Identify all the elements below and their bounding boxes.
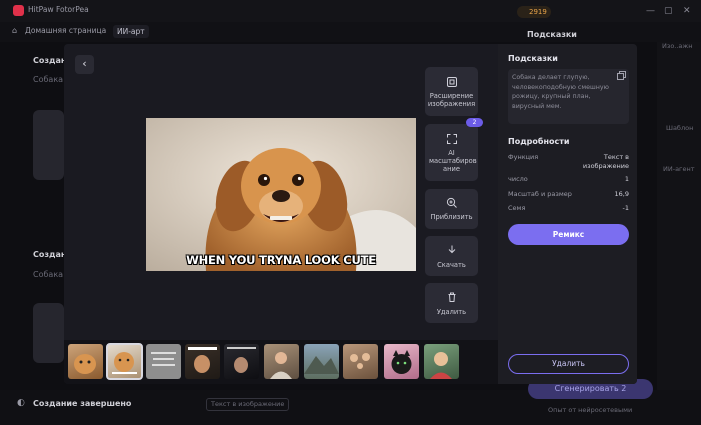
expand-image-button[interactable]: Расширение изображения bbox=[425, 67, 478, 116]
download-icon bbox=[448, 245, 455, 254]
bg-mode-badge: Текст в изображение bbox=[206, 398, 290, 411]
upscale-label: AI масштабиров ание bbox=[429, 149, 477, 173]
remix-button[interactable]: Ремикс bbox=[508, 224, 629, 245]
boy-thumb bbox=[430, 352, 452, 379]
mountain-thumb bbox=[304, 356, 339, 374]
detail-value: 16,9 bbox=[614, 190, 629, 198]
family-thumb bbox=[350, 353, 370, 369]
main-image[interactable]: WHEN YOU TRYNA LOOK CUTE bbox=[146, 118, 416, 271]
thumbnail-item[interactable] bbox=[424, 344, 459, 379]
zoom-in-button[interactable]: Приблизить bbox=[425, 189, 478, 229]
right-item-template[interactable]: Шаблон bbox=[666, 124, 693, 132]
meme-thumb bbox=[188, 347, 217, 373]
copy-icon[interactable] bbox=[617, 71, 626, 80]
nav-home[interactable]: Домашняя страница bbox=[25, 26, 106, 35]
text-card-thumb bbox=[151, 352, 176, 366]
maximize-icon[interactable]: ▢ bbox=[664, 6, 673, 16]
delete-button[interactable]: Удалить bbox=[508, 354, 629, 374]
chevron-left-icon: ‹ bbox=[82, 57, 87, 70]
thumbnail-item-selected[interactable] bbox=[106, 343, 143, 380]
thumbnail-item[interactable] bbox=[185, 344, 220, 379]
dog-thumb-icon bbox=[112, 352, 137, 374]
thumbnail-item[interactable] bbox=[264, 344, 299, 379]
delete-image-button[interactable]: Удалить bbox=[425, 283, 478, 323]
generate-count: 2 bbox=[621, 384, 627, 393]
thumbnail-item[interactable] bbox=[304, 344, 339, 379]
prompt-header: Подсказки bbox=[508, 54, 558, 63]
meme-dark-thumb bbox=[227, 347, 256, 373]
zoom-label: Приблизить bbox=[430, 213, 473, 221]
bg-section-sub-2: Собака bbox=[33, 270, 64, 279]
title-bar bbox=[0, 0, 701, 22]
bg-hints-header: Подсказки bbox=[527, 30, 577, 39]
generate-label: Сгенерировать bbox=[554, 384, 619, 393]
details-header: Подробности bbox=[508, 137, 570, 146]
bg-status-title: Создание завершено bbox=[33, 399, 132, 408]
detail-label: Функция bbox=[508, 153, 539, 161]
detail-value: -1 bbox=[622, 204, 629, 212]
trash-icon bbox=[448, 292, 455, 302]
download-label: Скачать bbox=[437, 261, 466, 269]
bg-section-sub: Собака bbox=[33, 75, 64, 84]
bg-section-title-2: Создан bbox=[33, 250, 67, 259]
minimize-icon[interactable]: — bbox=[646, 6, 655, 16]
dog-thumb-icon bbox=[74, 354, 96, 374]
expand-label: Расширение изображения bbox=[427, 92, 476, 108]
thumbnail-item[interactable] bbox=[224, 344, 259, 379]
detail-value: Текст в изображение bbox=[582, 153, 629, 170]
right-item-image[interactable]: Изо..ажн bbox=[662, 42, 693, 50]
upscale-cost-badge: 2 bbox=[466, 118, 483, 127]
app-logo bbox=[13, 5, 24, 16]
meme-caption: WHEN YOU TRYNA LOOK CUTE bbox=[186, 253, 376, 267]
close-icon[interactable]: ✕ bbox=[683, 6, 691, 16]
bg-section-title: Создан bbox=[33, 56, 67, 65]
prompt-text: Собака делает глупую, человекоподобную с… bbox=[508, 69, 629, 124]
portrait-thumb bbox=[270, 352, 292, 379]
app-title: HitPaw FotorPea bbox=[28, 5, 89, 14]
back-button[interactable]: ‹ bbox=[75, 55, 94, 74]
upscale-icon bbox=[446, 134, 457, 144]
download-button[interactable]: Скачать bbox=[425, 236, 478, 276]
bg-hint-text: Опыт от нейросетевыми bbox=[548, 406, 633, 414]
thumbnail-item[interactable] bbox=[384, 344, 419, 379]
bg-image-card-2[interactable] bbox=[33, 303, 64, 363]
thumbnail-item[interactable] bbox=[343, 344, 378, 379]
status-icon: ◐ bbox=[17, 398, 25, 408]
right-item-agent[interactable]: ИИ-агент bbox=[663, 165, 695, 173]
cat-thumb bbox=[391, 350, 412, 374]
thumbnail-item[interactable] bbox=[68, 344, 103, 379]
zoom-in-icon bbox=[446, 197, 457, 208]
right-toolbar bbox=[657, 42, 701, 425]
thumbnail-item[interactable] bbox=[146, 344, 181, 379]
expand-icon bbox=[446, 77, 457, 87]
nav-ai-tab[interactable]: ИИ-арт bbox=[113, 25, 149, 38]
detail-value: 1 bbox=[624, 175, 629, 183]
credits-badge[interactable]: 2919 bbox=[517, 6, 551, 18]
detail-label: Масштаб и размер bbox=[508, 190, 572, 198]
image-detail-modal: ‹ WHEN YOU TRYNA LOOK CUTE Расширение из… bbox=[64, 44, 637, 384]
ai-upscale-button[interactable]: AI масштабиров ание bbox=[425, 124, 478, 181]
detail-label: число bbox=[508, 175, 528, 183]
bg-image-card[interactable] bbox=[33, 110, 64, 180]
delete-image-label: Удалить bbox=[436, 308, 467, 316]
dog-photo bbox=[146, 118, 416, 271]
detail-label: Семя bbox=[508, 204, 526, 212]
home-icon[interactable]: ⌂ bbox=[12, 26, 17, 35]
